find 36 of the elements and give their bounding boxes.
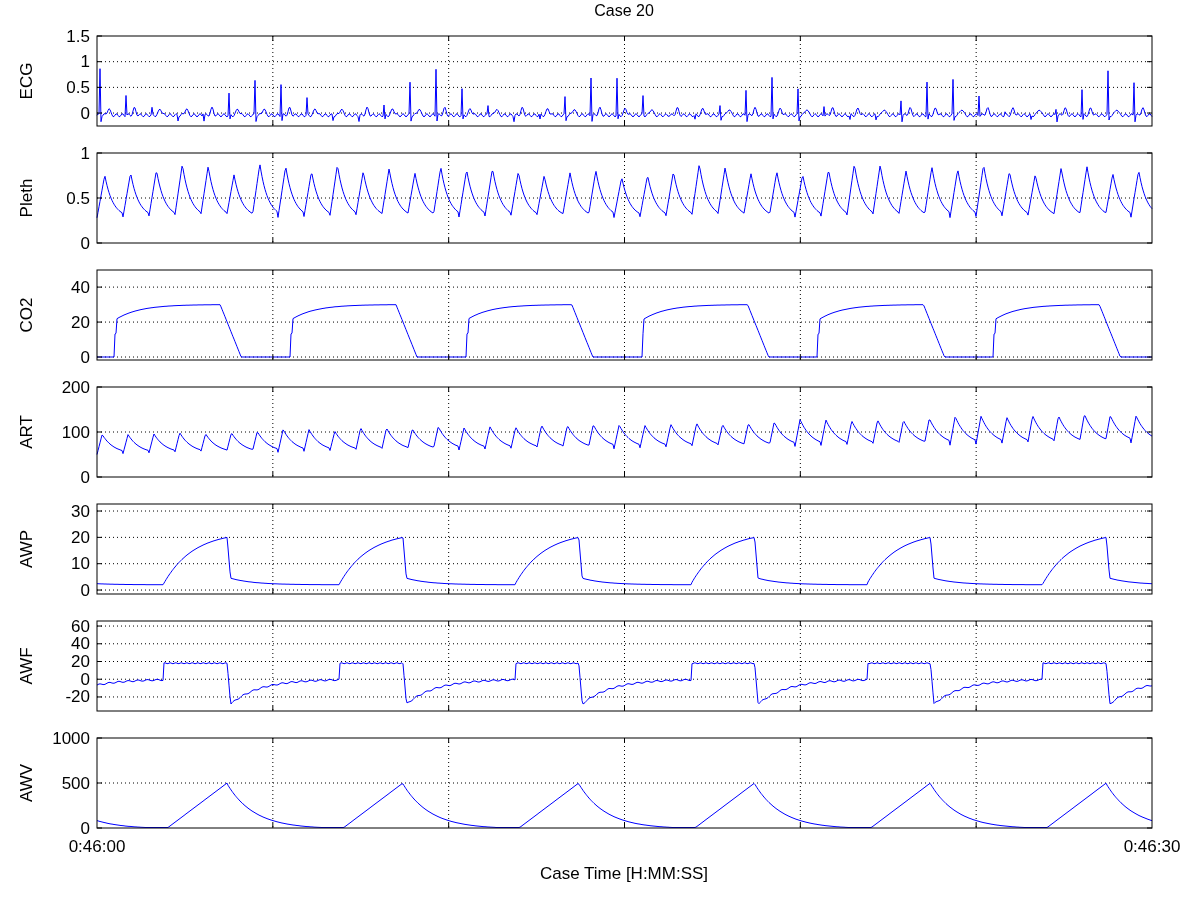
axis-tick-label: -20 — [65, 687, 90, 707]
axis-label: AWV — [17, 763, 36, 803]
chart-title: Case 20 — [594, 2, 654, 19]
axis-label: Case Time [H:MM:SS] — [539, 863, 709, 883]
axis-tick-label: 0 — [80, 580, 90, 600]
axis-tick-label: 0 — [80, 103, 90, 123]
axis-tick-label: 10 — [71, 554, 90, 574]
axis-tick-label: 0 — [80, 347, 90, 367]
axis-tick-label: 0 — [80, 467, 90, 487]
axis-label: AWP — [17, 529, 36, 569]
axis-tick-label: 1000 — [52, 728, 90, 748]
axis-tick-label: 0:46:30 — [1123, 836, 1181, 856]
axis-tick-label: 20 — [71, 312, 90, 332]
axis-tick-label: 40 — [71, 634, 90, 654]
axis-tick-label: 500 — [61, 773, 90, 793]
axis-tick-label: 60 — [71, 616, 90, 636]
axis-label: Pleth — [17, 178, 36, 218]
axis-tick-label: 1.5 — [66, 26, 90, 46]
axis-tick-label: 40 — [71, 277, 90, 297]
axis-tick-label: 1 — [80, 143, 90, 163]
axis-tick-label: 20 — [71, 527, 90, 547]
axis-tick-label: 0.5 — [66, 77, 90, 97]
axis-tick-label: 200 — [61, 377, 90, 397]
axis-tick-label: 0:46:00 — [68, 836, 126, 856]
axis-tick-label: 0 — [80, 233, 90, 253]
axis-label: AWF — [17, 647, 36, 685]
axis-tick-label: 20 — [71, 652, 90, 671]
axis-label: ECG — [17, 62, 36, 100]
axis-label: CO2 — [17, 297, 36, 333]
axis-tick-label: 1 — [80, 52, 90, 72]
axis-tick-label: 100 — [61, 422, 90, 442]
axis-tick-label: 0 — [80, 669, 90, 689]
axis-label: ART — [17, 415, 36, 449]
axis-tick-label: 0.5 — [66, 188, 90, 208]
axis-tick-label: 30 — [71, 501, 90, 521]
axis-tick-label: 0 — [80, 818, 90, 838]
